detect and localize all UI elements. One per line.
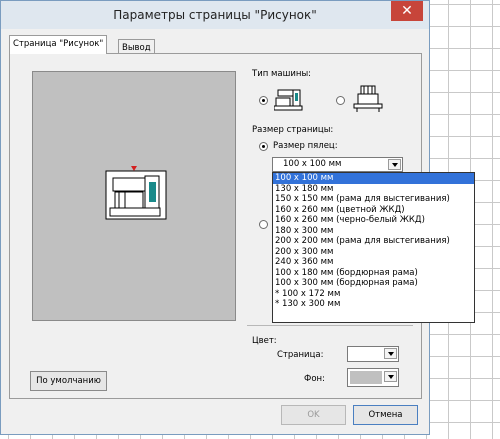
tab-page-drawing[interactable]: Страница "Рисунок" — [9, 35, 108, 54]
dropdown-option[interactable]: 100 x 180 мм (бордюрная рама) — [273, 268, 474, 279]
dropdown-option[interactable]: 160 x 260 мм (черно-белый ЖКД) — [273, 215, 474, 226]
page-settings-dialog: Параметры страницы "Рисунок" ✕ Страница … — [0, 0, 475, 435]
hoop-size-label: Размер пялец: — [273, 141, 338, 151]
machine-preview-icon — [105, 166, 167, 220]
dropdown-option[interactable]: 100 x 300 мм (бордюрная рама) — [273, 278, 474, 289]
multi-needle-machine-icon[interactable] — [353, 85, 383, 113]
hoop-size-value: 100 x 100 мм — [283, 159, 342, 169]
chevron-down-icon[interactable] — [384, 371, 397, 382]
machine-type-radio-single[interactable] — [259, 96, 268, 105]
dropdown-option[interactable]: 160 x 260 мм (цветной ЖКД) — [273, 205, 474, 216]
page-color-select[interactable] — [347, 346, 399, 362]
embroidery-machine-icon[interactable] — [274, 88, 304, 112]
title-bar: Параметры страницы "Рисунок" ✕ — [1, 1, 429, 29]
close-button[interactable]: ✕ — [391, 1, 423, 21]
dropdown-option[interactable]: 240 x 360 мм — [273, 257, 474, 268]
ok-button[interactable]: OK — [281, 405, 346, 425]
cancel-button[interactable]: Отмена — [353, 405, 418, 425]
machine-type-radio-multi[interactable] — [336, 96, 345, 105]
chevron-down-icon[interactable] — [388, 159, 401, 170]
dropdown-option[interactable]: 130 x 180 мм — [273, 184, 474, 195]
dropdown-option[interactable]: 200 x 200 мм (рама для выстегивания) — [273, 236, 474, 247]
machine-type-label: Тип машины: — [252, 69, 312, 79]
page-size-label: Размер страницы: — [252, 125, 334, 135]
hoop-size-select[interactable]: 100 x 100 мм — [272, 157, 403, 172]
background-color-label: Фон: — [304, 374, 325, 384]
dropdown-option[interactable]: * 130 x 300 мм — [273, 299, 474, 310]
dropdown-option[interactable]: * 100 x 172 мм — [273, 289, 474, 300]
custom-size-radio[interactable] — [259, 220, 268, 229]
window-title: Параметры страницы "Рисунок" — [113, 8, 317, 22]
hoop-size-radio[interactable] — [259, 142, 268, 151]
hoop-size-dropdown[interactable]: 100 x 100 мм 130 x 180 мм 150 x 150 мм (… — [272, 172, 475, 323]
dropdown-option[interactable]: 180 x 300 мм — [273, 226, 474, 237]
background-color-select[interactable] — [347, 368, 399, 387]
dropdown-option[interactable]: 200 x 300 мм — [273, 247, 474, 258]
page-color-label: Страница: — [277, 350, 324, 360]
color-label: Цвет: — [252, 336, 277, 346]
default-button[interactable]: По умолчанию — [30, 371, 107, 391]
dropdown-option[interactable]: 100 x 100 мм — [273, 173, 474, 184]
page-color-swatch — [350, 349, 382, 359]
chevron-down-icon[interactable] — [384, 348, 397, 359]
background-color-swatch — [350, 371, 382, 384]
page-preview — [32, 71, 236, 321]
color-separator — [247, 325, 413, 326]
dropdown-option[interactable]: 150 x 150 мм (рама для выстегивания) — [273, 194, 474, 205]
